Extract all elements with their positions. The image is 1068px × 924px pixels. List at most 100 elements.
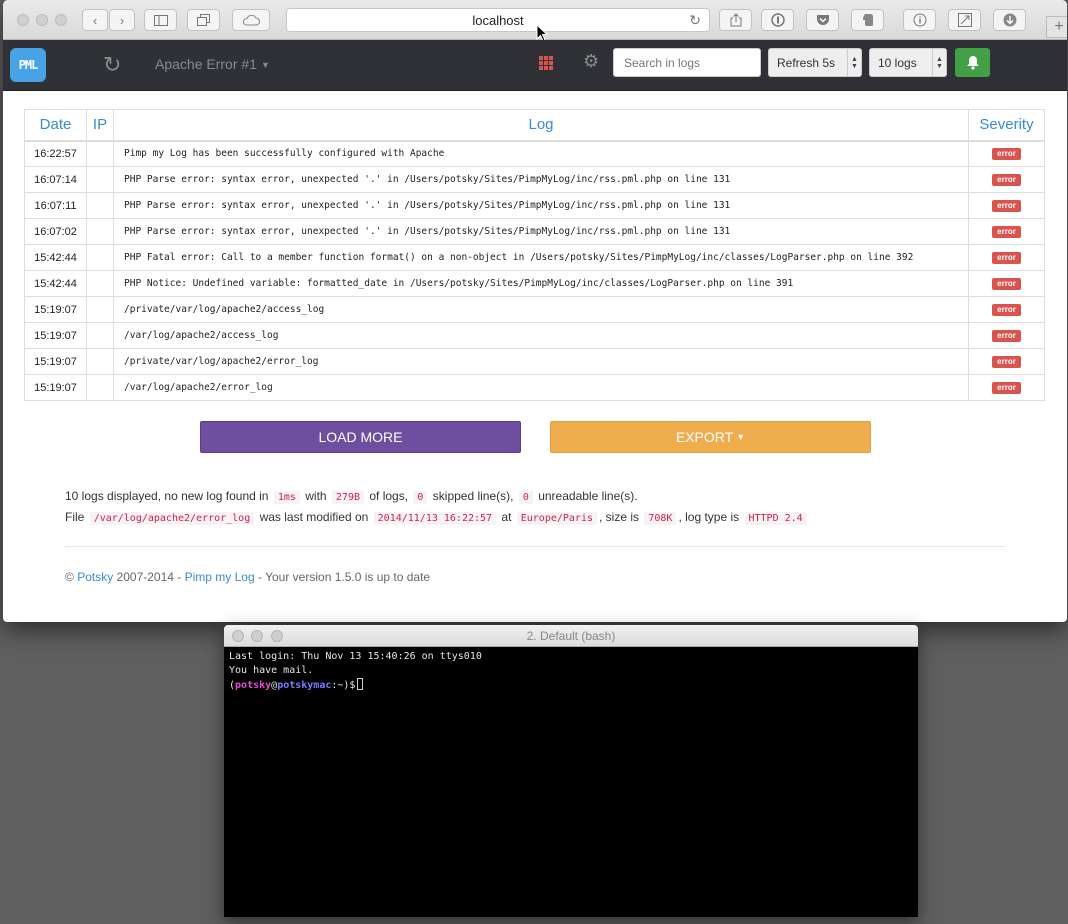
- minimize-window-button[interactable]: [36, 14, 48, 26]
- severity-badge: error: [992, 330, 1021, 342]
- row-ip: [86, 140, 114, 167]
- terminal-window: 2. Default (bash) Last login: Thu Nov 13…: [224, 625, 918, 917]
- gear-icon[interactable]: ⚙: [583, 51, 599, 72]
- terminal-minimize-button[interactable]: [251, 630, 263, 642]
- row-date: 15:19:07: [24, 322, 87, 349]
- row-ip: [86, 296, 114, 323]
- table-row[interactable]: 16:22:57 Pimp my Log has been successful…: [24, 140, 1045, 167]
- export-button[interactable]: EXPORT ▼: [550, 421, 871, 453]
- evernote-button[interactable]: [851, 9, 884, 31]
- severity-badge: error: [992, 278, 1021, 290]
- log-count-select[interactable]: 10 logs ▲ ▼: [869, 48, 947, 77]
- pocket-button[interactable]: [806, 9, 839, 31]
- author-link[interactable]: Potsky: [77, 570, 113, 584]
- pocket-icon: [816, 15, 829, 25]
- row-ip: [86, 322, 114, 349]
- tabs-icon: [197, 14, 210, 26]
- row-log-message: /var/log/apache2/access_log: [113, 322, 969, 349]
- sidebar-button[interactable]: [144, 9, 177, 31]
- select-arrows-icon: ▲ ▼: [847, 49, 861, 76]
- column-header-date[interactable]: Date: [24, 109, 87, 142]
- grid-icon[interactable]: [539, 56, 553, 70]
- file-info-text: , size is: [599, 510, 640, 524]
- terminal-prompt: (potsky@potskymac:~)$: [229, 678, 913, 693]
- tabs-overview-button[interactable]: [187, 9, 220, 31]
- app-logo[interactable]: PML: [10, 48, 46, 82]
- row-date: 15:19:07: [24, 348, 87, 375]
- row-date: 16:07:14: [24, 166, 87, 193]
- file-info-text: was last modified on: [259, 510, 369, 524]
- skipped-count: 0: [413, 491, 428, 504]
- terminal-output[interactable]: Last login: Thu Nov 13 15:40:26 on ttys0…: [224, 647, 918, 696]
- table-row[interactable]: 16:07:02 PHP Parse error: syntax error, …: [24, 218, 1045, 245]
- icloud-tabs-button[interactable]: [232, 9, 270, 31]
- file-selector[interactable]: Apache Error #1 ▼: [155, 56, 270, 72]
- table-row[interactable]: 15:42:44 PHP Fatal error: Call to a memb…: [24, 244, 1045, 271]
- table-row[interactable]: 15:19:07 /var/log/apache2/access_log err…: [24, 322, 1045, 349]
- version-status: - Your version 1.5.0 is up to date: [257, 570, 431, 584]
- row-log-message: /var/log/apache2/error_log: [113, 374, 969, 401]
- plus-icon: +: [1054, 18, 1064, 35]
- load-more-button[interactable]: LOAD MORE: [200, 421, 521, 453]
- severity-badge: error: [992, 200, 1021, 212]
- file-size: 708K: [644, 512, 677, 525]
- app-navbar: PML ↻ Apache Error #1▼ ⚙ Refresh 5s ▲▼ 1…: [3, 40, 1067, 91]
- copyright-years: 2007-2014 -: [116, 570, 182, 584]
- text-cursor: [357, 678, 364, 690]
- prompt-host: potskymac: [277, 680, 332, 691]
- file-info-text: , log type is: [678, 510, 740, 524]
- evernote-icon: [862, 14, 873, 26]
- terminal-close-button[interactable]: [232, 630, 244, 642]
- row-ip: [86, 218, 114, 245]
- close-window-button[interactable]: [17, 14, 29, 26]
- refresh-interval-value: Refresh 5s: [777, 55, 836, 70]
- row-ip: [86, 192, 114, 219]
- table-row[interactable]: 16:07:14 PHP Parse error: syntax error, …: [24, 166, 1045, 193]
- chevron-right-icon: ›: [119, 12, 125, 28]
- password-extension-button[interactable]: [761, 9, 794, 31]
- table-row[interactable]: 15:42:44 PHP Notice: Undefined variable:…: [24, 270, 1045, 297]
- search-input[interactable]: [613, 48, 761, 77]
- export-label: EXPORT: [675, 429, 734, 445]
- stats-text: unreadable line(s).: [538, 489, 638, 503]
- back-button[interactable]: ‹: [82, 9, 108, 31]
- notification-button[interactable]: [955, 48, 990, 77]
- sidebar-icon: [153, 14, 168, 26]
- product-link[interactable]: Pimp my Log: [185, 570, 255, 584]
- share-button[interactable]: [719, 9, 752, 31]
- share-icon: [730, 13, 741, 27]
- forward-button[interactable]: ›: [109, 9, 135, 31]
- address-bar[interactable]: localhost ↻: [286, 8, 710, 32]
- file-info-text: at: [501, 510, 512, 524]
- zoom-window-button[interactable]: [55, 14, 67, 26]
- column-header-log[interactable]: Log: [113, 109, 969, 142]
- table-row[interactable]: 15:19:07 /var/log/apache2/error_log erro…: [24, 374, 1045, 401]
- table-row[interactable]: 15:19:07 /private/var/log/apache2/access…: [24, 296, 1045, 323]
- row-log-message: /private/var/log/apache2/error_log: [113, 348, 969, 375]
- refresh-icon[interactable]: ↻: [103, 52, 121, 78]
- row-ip: [86, 166, 114, 193]
- log-stats-line: 10 logs displayed, no new log found in 1…: [65, 489, 638, 504]
- row-date: 16:07:11: [24, 192, 87, 219]
- cloud-icon: [242, 14, 260, 25]
- info-button[interactable]: [903, 9, 936, 31]
- column-header-ip[interactable]: IP: [86, 109, 114, 142]
- reload-icon[interactable]: ↻: [689, 12, 701, 29]
- new-tab-button[interactable]: +: [1046, 16, 1067, 38]
- table-row[interactable]: 15:19:07 /private/var/log/apache2/error_…: [24, 348, 1045, 375]
- severity-badge: error: [992, 304, 1021, 316]
- downloads-button[interactable]: [993, 9, 1026, 31]
- severity-badge: error: [992, 252, 1021, 264]
- row-severity: error: [968, 244, 1045, 271]
- row-ip: [86, 244, 114, 271]
- resize-button[interactable]: [948, 9, 981, 31]
- column-header-severity[interactable]: Severity: [968, 109, 1045, 142]
- log-table: Date IP Log Severity 16:22:57 Pimp my Lo…: [24, 109, 1045, 401]
- refresh-interval-select[interactable]: Refresh 5s ▲ ▼: [768, 48, 862, 77]
- table-row[interactable]: 16:07:11 PHP Parse error: syntax error, …: [24, 192, 1045, 219]
- row-date: 16:07:02: [24, 218, 87, 245]
- stats-text: 10 logs displayed, no new log found in: [65, 489, 269, 503]
- terminal-zoom-button[interactable]: [271, 630, 283, 642]
- row-log-message: PHP Notice: Undefined variable: formatte…: [113, 270, 969, 297]
- log-type: HTTPD 2.4: [744, 512, 807, 525]
